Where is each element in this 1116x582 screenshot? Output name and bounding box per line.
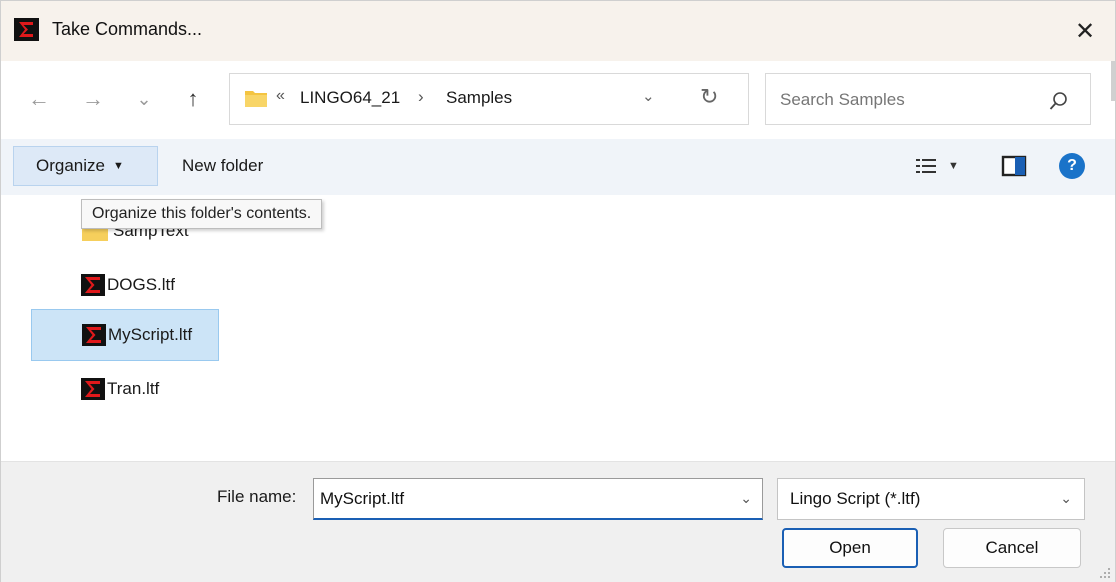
help-icon: ?: [1067, 157, 1077, 174]
change-view-button[interactable]: ▼: [916, 151, 976, 181]
lingo-file-icon: [82, 324, 106, 346]
chevron-down-icon: ⌄: [1060, 490, 1072, 506]
arrow-left-icon: ←: [28, 86, 50, 111]
file-type-value: Lingo Script (*.ltf): [790, 489, 921, 508]
file-type-select[interactable]: Lingo Script (*.ltf) ⌄: [777, 478, 1085, 520]
back-button[interactable]: ←: [23, 81, 55, 117]
new-folder-button[interactable]: New folder: [173, 146, 272, 186]
arrow-right-icon: →: [82, 86, 104, 111]
lingo-sigma-icon: [14, 18, 39, 41]
tooltip-text: Organize this folder's contents.: [92, 205, 312, 222]
breadcrumb-lingo64[interactable]: LINGO64_21: [300, 88, 400, 108]
file-name: DOGS.ltf: [107, 275, 176, 294]
search-box[interactable]: Search Samples: [765, 73, 1091, 125]
caret-down-icon: ▼: [112, 160, 124, 172]
open-button[interactable]: Open: [782, 528, 918, 568]
chevron-down-icon[interactable]: ⌄: [740, 490, 752, 507]
navigation-bar: ← → ⌄ ↑ « LINGO64_21 › Samples ⌄ ↻ Searc…: [1, 61, 1115, 139]
search-icon: [1049, 92, 1067, 110]
close-icon: ✕: [1074, 17, 1096, 45]
lingo-file-icon: [81, 378, 105, 400]
refresh-icon[interactable]: ↻: [700, 84, 718, 110]
address-bar[interactable]: « LINGO64_21 › Samples ⌄ ↻: [229, 73, 749, 125]
file-open-dialog: Take Commands... ✕ ← → ⌄ ↑ « LINGO64_21 …: [0, 0, 1116, 582]
file-name-input[interactable]: MyScript.ltf: [320, 489, 404, 509]
search-input[interactable]: Search Samples: [780, 90, 905, 110]
organize-tooltip: Organize this folder's contents.: [81, 199, 323, 229]
file-list: SampText DOGS.ltf MyScript.ltf Tran.ltf: [1, 195, 1115, 461]
folder-icon: [245, 91, 267, 107]
new-folder-label: New folder: [182, 156, 264, 175]
arrow-up-icon: ↑: [187, 86, 199, 111]
cancel-label: Cancel: [985, 538, 1039, 557]
address-dropdown-icon[interactable]: ⌄: [642, 87, 655, 105]
scrollbar[interactable]: [1111, 61, 1115, 101]
list-item[interactable]: DOGS.ltf: [75, 259, 183, 311]
title-bar: Take Commands... ✕: [1, 1, 1115, 61]
window-title: Take Commands...: [52, 19, 203, 39]
file-name-panel: File name: MyScript.ltf ⌄ Lingo Script (…: [1, 461, 1115, 582]
list-item[interactable]: Tran.ltf: [75, 363, 167, 415]
help-button[interactable]: ?: [1059, 153, 1085, 179]
list-item-selected[interactable]: MyScript.ltf: [31, 309, 219, 361]
recent-locations-button[interactable]: ⌄: [128, 81, 160, 117]
cancel-button[interactable]: Cancel: [943, 528, 1081, 568]
chevron-down-icon: ⌄: [136, 88, 152, 109]
command-bar: Organize ▼ New folder ▼ ?: [1, 139, 1115, 195]
preview-pane-icon[interactable]: [1001, 152, 1027, 180]
up-button[interactable]: ↑: [177, 81, 209, 117]
overflow-chevron-icon[interactable]: «: [276, 87, 285, 105]
breadcrumb-separator-icon: ›: [418, 87, 424, 106]
forward-button[interactable]: →: [77, 81, 109, 117]
breadcrumb-samples[interactable]: Samples: [446, 88, 512, 108]
open-label: Open: [829, 538, 871, 557]
file-name: Tran.ltf: [107, 379, 160, 398]
lingo-file-icon: [81, 274, 105, 296]
file-name-label: File name:: [217, 487, 297, 506]
file-name-field[interactable]: MyScript.ltf ⌄: [313, 478, 763, 520]
close-button[interactable]: ✕: [1055, 1, 1115, 61]
file-name: MyScript.ltf: [108, 325, 193, 344]
view-caret-icon: ▼: [948, 160, 959, 172]
organize-button[interactable]: Organize ▼: [13, 146, 158, 186]
resize-grip-icon[interactable]: [1099, 567, 1111, 579]
details-view-icon: [916, 159, 936, 173]
organize-label: Organize: [36, 156, 105, 175]
